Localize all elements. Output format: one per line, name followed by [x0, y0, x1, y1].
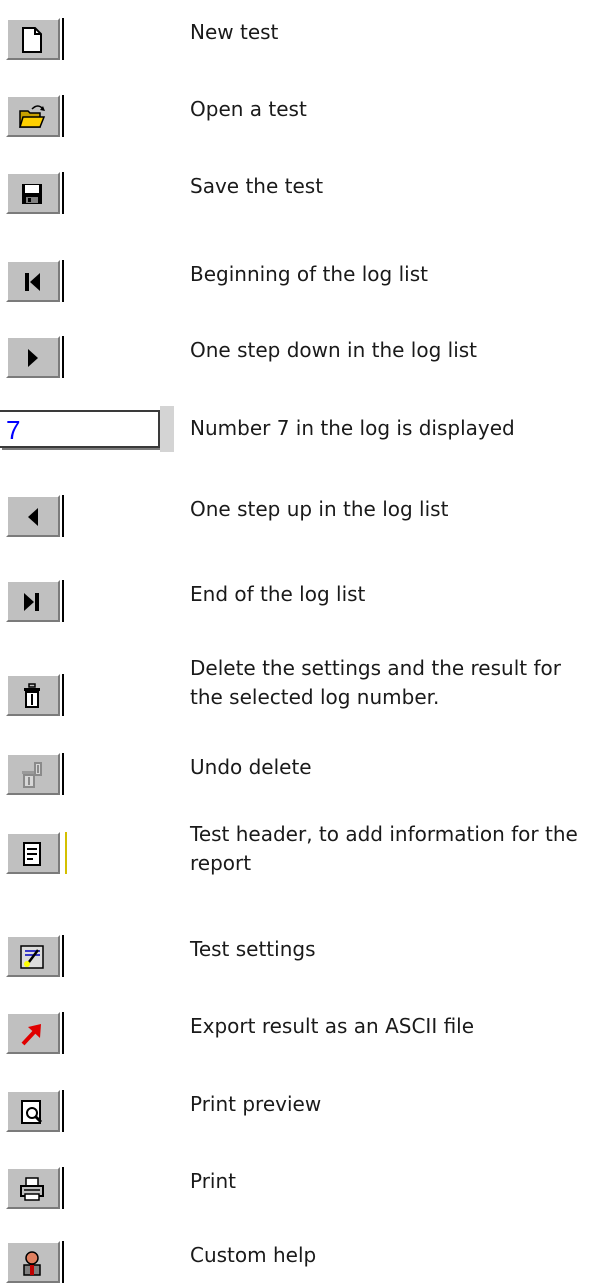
first-record-button[interactable] — [6, 260, 64, 302]
item-label: Test settings — [190, 937, 316, 961]
item-label: Test header, to add information for the … — [190, 822, 578, 875]
undo-delete-button[interactable] — [6, 753, 64, 795]
test-header-icon — [23, 842, 41, 866]
item-label: End of the log list — [190, 582, 366, 606]
export-arrow-icon — [21, 1024, 41, 1046]
custom-help-icon — [23, 1251, 41, 1276]
previous-record-button[interactable] — [6, 495, 64, 537]
print-preview-button[interactable] — [6, 1090, 64, 1132]
previous-record-icon — [28, 508, 38, 526]
item-label: Custom help — [190, 1243, 317, 1267]
item-label: Print — [190, 1169, 237, 1193]
next-record-icon — [28, 349, 38, 367]
print-button[interactable] — [6, 1167, 64, 1209]
item-label: Undo delete — [190, 755, 312, 779]
item-label: Print preview — [190, 1092, 322, 1116]
item-label: Open a test — [190, 97, 307, 121]
item-label: Number 7 in the log is displayed — [190, 416, 515, 440]
new-test-button[interactable] — [6, 18, 64, 60]
item-label: Beginning of the log list — [190, 262, 428, 286]
log-number-value: 7 — [6, 415, 21, 445]
last-record-icon — [24, 593, 39, 611]
undo-delete-icon — [22, 762, 42, 788]
floppy-disk-icon — [22, 184, 42, 204]
print-preview-icon — [21, 1100, 43, 1124]
save-test-button[interactable] — [6, 172, 64, 214]
test-header-button[interactable] — [6, 832, 67, 874]
item-label: Export result as an ASCII file — [190, 1014, 475, 1038]
next-record-button[interactable] — [6, 336, 64, 378]
delete-button[interactable] — [6, 674, 64, 716]
test-settings-button[interactable] — [6, 935, 64, 977]
item-label: One step down in the log list — [190, 338, 478, 362]
item-label: Delete the settings and the result for t… — [190, 656, 561, 709]
export-button[interactable] — [6, 1012, 64, 1054]
item-label: One step up in the log list — [190, 497, 449, 521]
open-folder-icon — [18, 105, 46, 128]
log-number-field[interactable]: 7 — [0, 410, 160, 448]
printer-icon — [20, 1177, 44, 1201]
item-label: Save the test — [190, 174, 324, 198]
new-document-icon — [22, 27, 42, 53]
open-test-button[interactable] — [6, 95, 64, 137]
test-settings-icon — [20, 945, 44, 969]
item-label: New test — [190, 20, 279, 44]
custom-help-button[interactable] — [6, 1241, 64, 1283]
first-record-icon — [25, 273, 40, 291]
last-record-button[interactable] — [6, 580, 64, 622]
trash-can-icon — [24, 683, 40, 708]
